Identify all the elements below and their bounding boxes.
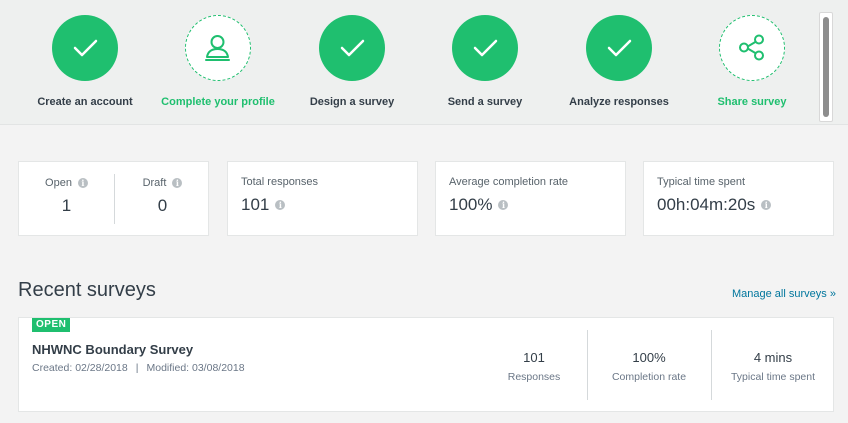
time-value: 4 mins (753, 350, 793, 365)
total-responses-label: Total responses (241, 176, 319, 188)
draft-stat[interactable]: Draft i 0 (115, 162, 210, 236)
step-label: Create an account (37, 96, 133, 108)
step-circle (719, 15, 785, 81)
time-spent-label: Typical time spent (657, 176, 746, 188)
info-icon[interactable]: i (498, 200, 509, 210)
open-value: 1 (61, 196, 72, 215)
completion-rate-value: 100% (449, 195, 493, 214)
check-icon (73, 39, 98, 57)
draft-stat-label-row: Draft i (115, 177, 210, 189)
share-icon (739, 34, 764, 61)
completion-rate-value-row: 100% i (449, 195, 509, 215)
check-icon (607, 39, 632, 57)
open-label: Open (45, 177, 72, 189)
info-icon[interactable]: i (275, 200, 286, 210)
steps-scrollbar[interactable] (819, 12, 833, 122)
onboarding-steps: Create an account Complete your profile … (0, 0, 848, 125)
check-icon (473, 39, 498, 57)
responses-value: 101 (523, 350, 545, 365)
completion-rate-card: Average completion rate 100% i (435, 161, 626, 236)
step-circle (452, 15, 518, 81)
created-date: Created: 02/28/2018 (32, 362, 128, 374)
date-separator: | (135, 362, 139, 374)
responses-metric[interactable]: 101 Responses (482, 318, 586, 413)
check-icon (340, 39, 365, 57)
time-metric[interactable]: 4 mins Typical time spent (712, 318, 834, 413)
time-spent-card: Typical time spent 00h:04m:20s i (643, 161, 834, 236)
scrollbar-thumb[interactable] (823, 17, 829, 117)
time-spent-value-row: 00h:04m:20s i (657, 195, 772, 215)
open-stat-label-row: Open i (19, 177, 114, 189)
completion-label: Completion rate (611, 371, 687, 383)
survey-row[interactable]: OPEN NHWNC Boundary Survey Created: 02/2… (18, 317, 834, 412)
open-stat[interactable]: Open i 1 (19, 162, 114, 236)
step-circle (185, 15, 251, 81)
modified-date: Modified: 03/08/2018 (146, 362, 245, 374)
user-profile-icon (205, 35, 230, 61)
info-icon[interactable]: i (761, 200, 772, 210)
time-spent-value: 00h:04m:20s (657, 195, 756, 214)
recent-surveys-title: Recent surveys (18, 279, 156, 301)
step-circle (52, 15, 118, 81)
step-circle (319, 15, 385, 81)
completion-rate-label: Average completion rate (449, 176, 569, 188)
status-badge: OPEN (32, 318, 71, 332)
step-label: Analyze responses (569, 96, 669, 108)
responses-label: Responses (507, 371, 561, 383)
survey-dates: Created: 02/28/2018 | Modified: 03/08/2018 (32, 362, 245, 374)
step-circle (586, 15, 652, 81)
info-icon[interactable]: i (77, 178, 88, 188)
survey-status-card: Open i 1 Draft i 0 (18, 161, 209, 236)
step-label: Design a survey (309, 96, 395, 108)
draft-label: Draft (142, 177, 167, 189)
info-icon[interactable]: i (172, 178, 183, 188)
step-label: Share survey (717, 96, 787, 108)
time-label: Typical time spent (730, 371, 816, 383)
total-responses-card: Total responses 101 i (227, 161, 418, 236)
draft-value: 0 (157, 196, 168, 215)
step-label: Send a survey (447, 96, 523, 108)
total-responses-value-row: 101 i (241, 195, 286, 215)
manage-all-surveys-link[interactable]: Manage all surveys » (732, 288, 836, 300)
step-label: Complete your profile (161, 96, 275, 108)
survey-title-link[interactable]: NHWNC Boundary Survey (32, 342, 193, 357)
total-responses-value: 101 (241, 195, 270, 214)
completion-value: 100% (632, 350, 666, 365)
completion-metric[interactable]: 100% Completion rate (588, 318, 710, 413)
